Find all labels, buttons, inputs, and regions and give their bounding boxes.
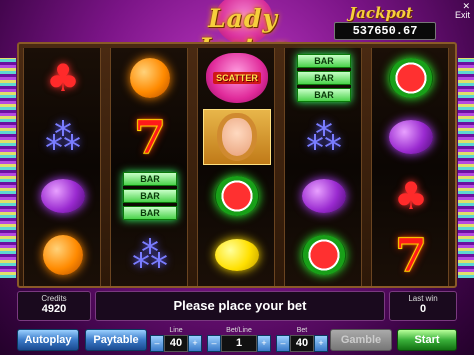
last-win-value: 0 xyxy=(419,303,427,315)
exit-label: Exit xyxy=(454,10,470,20)
credits-label: Credits xyxy=(41,294,67,303)
status-message: Please place your bet xyxy=(95,291,385,321)
lady-jester-icon xyxy=(203,108,271,165)
reel-cell: ⁂ xyxy=(285,107,363,166)
betline-minus-button[interactable]: – xyxy=(207,335,221,352)
betline-plus-button[interactable]: + xyxy=(257,335,271,352)
scatter-heart-icon: SCATTER xyxy=(206,52,268,103)
reel-cell xyxy=(285,166,363,225)
grapes-icon: ⁂ xyxy=(132,233,168,275)
reel-cell: 7 xyxy=(372,225,450,284)
last-win-label: Last win xyxy=(408,294,438,303)
reel-cell xyxy=(372,107,450,166)
reel-cell: BAR BAR BAR xyxy=(111,166,189,225)
bar-label: BAR xyxy=(297,70,351,85)
left-decoration xyxy=(0,58,16,278)
scatter-label: SCATTER xyxy=(213,71,261,84)
reel-4: BAR BAR BAR ⁂ xyxy=(284,48,362,286)
reels-area: ♣ ⁂ 7 BAR BAR BAR ⁂ SCATTER BAR BAR BAR ⁂ ♣ 7 xyxy=(17,42,457,288)
last-win-box: Last win 0 xyxy=(389,291,457,321)
bar-label: BAR xyxy=(123,171,177,186)
reel-cell: ♣ xyxy=(24,48,102,107)
bet-minus-button[interactable]: – xyxy=(276,335,290,352)
plum-icon xyxy=(389,119,433,154)
reel-2: 7 BAR BAR BAR ⁂ xyxy=(110,48,188,286)
jackpot-value: 537650.67 xyxy=(334,22,436,40)
bet-plus-button[interactable]: + xyxy=(314,335,328,352)
right-decoration xyxy=(458,58,474,278)
reel-cell xyxy=(372,48,450,107)
reel-3: SCATTER xyxy=(197,48,275,286)
reel-cell: ⁂ xyxy=(24,107,102,166)
plum-icon xyxy=(41,178,85,213)
autoplay-button[interactable]: Autoplay xyxy=(17,329,79,351)
watermelon-icon xyxy=(389,57,433,98)
bar-icon: BAR BAR BAR xyxy=(123,171,177,220)
reel-1: ♣ ⁂ xyxy=(23,48,101,286)
bet-stepper: Bet – 40 + xyxy=(276,326,328,354)
cherry-icon: ♣ xyxy=(45,55,81,100)
bet-value: 40 xyxy=(290,335,314,352)
gamble-button[interactable]: Gamble xyxy=(330,329,392,351)
credits-value: 4920 xyxy=(41,303,67,315)
bar-label: BAR xyxy=(123,205,177,220)
reel-cell xyxy=(198,107,276,166)
control-bar: Autoplay Paytable Line – 40 + Bet/Line –… xyxy=(0,324,474,355)
line-plus-button[interactable]: + xyxy=(188,335,202,352)
jackpot-label: Jackpot xyxy=(349,4,413,22)
reel-5: ♣ 7 xyxy=(371,48,449,286)
line-minus-button[interactable]: – xyxy=(150,335,164,352)
reel-cell xyxy=(111,48,189,107)
grapes-icon: ⁂ xyxy=(306,115,342,157)
reel-cell xyxy=(198,166,276,225)
line-value: 40 xyxy=(164,335,188,352)
reel-cell: ⁂ xyxy=(111,225,189,284)
reel-cell: 7 xyxy=(111,107,189,166)
reel-cell xyxy=(198,225,276,284)
orange-icon xyxy=(130,57,170,98)
betline-label: Bet/Line xyxy=(226,327,252,334)
betline-value: 1 xyxy=(221,335,257,352)
bar-label: BAR xyxy=(297,87,351,102)
game-logo: Lady Jester xyxy=(168,0,318,62)
paytable-button[interactable]: Paytable xyxy=(85,329,147,351)
bet-label: Bet xyxy=(296,327,308,334)
bar-label: BAR xyxy=(123,188,177,203)
reel-cell xyxy=(285,225,363,284)
reel-cell: SCATTER xyxy=(198,48,276,107)
reel-cell: BAR BAR BAR xyxy=(285,48,363,107)
line-label: Line xyxy=(169,327,183,334)
reel-cell: ♣ xyxy=(372,166,450,225)
reel-cell xyxy=(24,166,102,225)
plum-icon xyxy=(302,178,346,213)
bar-icon: BAR BAR BAR xyxy=(297,53,351,102)
start-button[interactable]: Start xyxy=(397,329,457,351)
lemon-icon xyxy=(215,238,259,271)
watermelon-icon xyxy=(215,175,259,216)
grapes-icon: ⁂ xyxy=(45,115,81,157)
face-icon xyxy=(222,117,252,156)
bar-label: BAR xyxy=(297,53,351,68)
exit-button[interactable]: ✕ Exit xyxy=(455,2,470,20)
cherry-icon: ♣ xyxy=(393,173,429,218)
info-panel: Credits 4920 Please place your bet Last … xyxy=(17,291,457,321)
line-stepper: Line – 40 + xyxy=(150,326,202,354)
watermelon-icon xyxy=(302,234,346,275)
seven-icon: 7 xyxy=(394,227,427,282)
betline-stepper: Bet/Line – 1 + xyxy=(207,326,271,354)
credits-box: Credits 4920 xyxy=(17,291,91,321)
reel-cell xyxy=(24,225,102,284)
orange-icon xyxy=(43,234,83,275)
seven-icon: 7 xyxy=(133,109,166,164)
